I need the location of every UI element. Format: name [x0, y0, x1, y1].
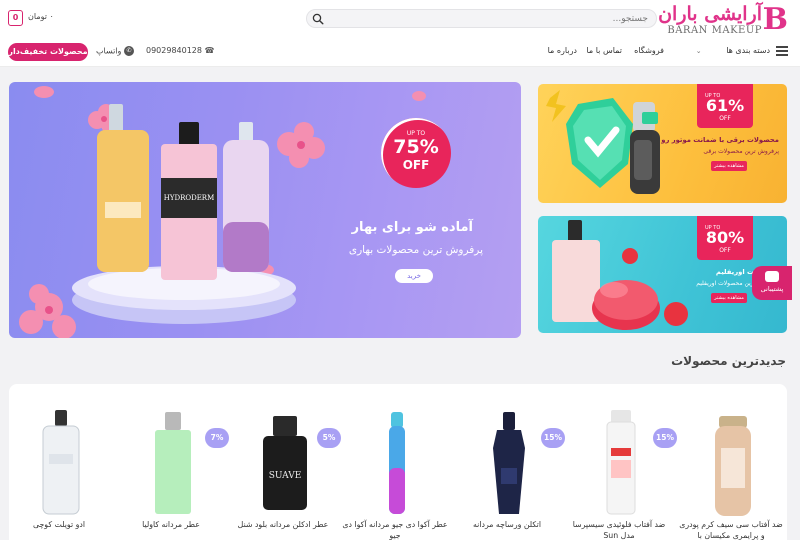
- menu-icon[interactable]: [776, 46, 788, 56]
- product-card[interactable]: 15% اتکلن ورساچه مردانه: [453, 384, 565, 540]
- product-name[interactable]: اتکلن ورساچه مردانه: [453, 519, 561, 530]
- product-card[interactable]: 5% SUAVE عطر ادکلن مردانه بلود شنل: [229, 384, 341, 540]
- product-name[interactable]: عطر مردانه کاولیا: [117, 519, 225, 530]
- discounted-products-button[interactable]: محصولات تخفیف‌دار: [8, 43, 88, 61]
- badge-off: OFF: [719, 247, 731, 254]
- product-card[interactable]: عطر آکوا دی جیو مردانه آکوا دی جیو: [341, 384, 453, 540]
- banner-subtitle: پرفروش ترین محصولات برقی: [703, 148, 779, 155]
- cart-widget[interactable]: 0 ۰ تومان: [8, 10, 54, 26]
- banner-more-button[interactable]: مشاهده بیشتر: [711, 293, 747, 303]
- product-card[interactable]: 15% ضد آفتاب فلوئیدی سیسپرسا مدل Sun: [565, 384, 677, 540]
- search-input[interactable]: [348, 11, 648, 26]
- banner-more-button[interactable]: مشاهده بیشتر: [711, 161, 747, 171]
- section-title: جدیدترین محصولات: [671, 354, 786, 368]
- search-bar: [306, 9, 657, 28]
- logo-mark-icon: B: [762, 2, 788, 37]
- product-image[interactable]: [357, 408, 437, 518]
- nav-item-label: دسته بندی ها: [726, 46, 770, 55]
- promo-banner-oriflame[interactable]: UP TO 80% OFF محصولات اوریفلیم پرفروش تر…: [538, 216, 787, 333]
- badge-percent: 61%: [705, 96, 745, 115]
- product-name[interactable]: ضد آفتاب سی سیف کرم پودری و پرایمری مکیس…: [677, 519, 785, 540]
- banner-discount-badge: UP TO 80% OFF: [697, 216, 753, 260]
- nav-item-about[interactable]: درباره ما: [548, 46, 577, 55]
- banner-title: محصولات برقی با ضمانت موتور رو: [661, 136, 779, 144]
- whatsapp-link[interactable]: ✆ واتساپ: [96, 46, 134, 56]
- nav-item-contact[interactable]: تماس با ما: [586, 46, 622, 55]
- site-header: B آرایشی باران BARAN MAKEUP 0 ۰ تومان مح…: [0, 0, 800, 67]
- product-image[interactable]: [469, 408, 549, 518]
- badge-percent: 75%: [393, 136, 439, 158]
- nav-item-shop[interactable]: فروشگاه: [634, 46, 664, 55]
- product-card[interactable]: ضد آفتاب سی سیف کرم پودری و پرایمری مکیس…: [677, 384, 789, 540]
- cart-total: ۰ تومان: [28, 12, 54, 21]
- product-name[interactable]: عطر آکوا دی جیو مردانه آکوا دی جیو: [341, 519, 449, 540]
- products-carousel: ضد آفتاب سی سیف کرم پودری و پرایمری مکیس…: [9, 384, 787, 540]
- site-logo[interactable]: B آرایشی باران BARAN MAKEUP: [658, 2, 788, 37]
- hero-title: آماده شو برای بهار: [351, 220, 473, 235]
- hero-banner[interactable]: HYDRODERM UP TO 75% OFF آماده شو برای به…: [9, 82, 521, 338]
- logo-subtitle: BARAN MAKEUP: [667, 25, 762, 36]
- logo-title: آرایشی باران: [658, 3, 762, 25]
- hero-discount-badge: UP TO 75% OFF: [381, 118, 451, 188]
- support-chat-button[interactable]: پشتیبانی: [752, 266, 792, 300]
- phone-number: 09029840128: [146, 46, 202, 55]
- product-image[interactable]: [693, 408, 773, 518]
- search-icon[interactable]: [312, 13, 324, 25]
- product-image[interactable]: [133, 408, 213, 518]
- product-name[interactable]: ضد آفتاب فلوئیدی سیسپرسا مدل Sun: [565, 519, 673, 540]
- cart-count[interactable]: 0: [8, 10, 23, 26]
- product-image[interactable]: [581, 408, 661, 518]
- phone-icon: ☎: [204, 46, 215, 55]
- hero-subtitle: پرفروش ترین محصولات بهاری: [348, 244, 483, 256]
- badge-percent: 80%: [705, 228, 745, 247]
- whatsapp-label: واتساپ: [96, 46, 122, 56]
- promo-banner-electric[interactable]: UP TO 61% OFF محصولات برقی با ضمانت موتو…: [538, 84, 787, 203]
- product-card[interactable]: ادو تویلت کوچی: [5, 384, 117, 540]
- svg-text:SUAVE: SUAVE: [269, 471, 302, 481]
- hero-illustration: HYDRODERM: [19, 86, 426, 338]
- chevron-down-icon: ⌄: [695, 47, 702, 55]
- badge-off: OFF: [402, 158, 430, 172]
- chat-icon: [765, 271, 779, 282]
- banner-discount-badge: UP TO 61% OFF: [697, 84, 753, 128]
- hero-shop-button[interactable]: خرید: [395, 269, 433, 283]
- product-image[interactable]: SUAVE: [245, 408, 325, 518]
- product-card[interactable]: 7% عطر مردانه کاولیا: [117, 384, 229, 540]
- product-image[interactable]: [21, 408, 101, 518]
- badge-off: OFF: [719, 115, 731, 122]
- nav-item-categories[interactable]: دسته بندی ها ⌄: [696, 46, 770, 55]
- svg-text:HYDRODERM: HYDRODERM: [164, 194, 215, 202]
- product-name[interactable]: عطر ادکلن مردانه بلود شنل: [229, 519, 337, 530]
- whatsapp-icon: ✆: [123, 46, 134, 56]
- support-label: پشتیبانی: [760, 285, 784, 293]
- product-name[interactable]: ادو تویلت کوچی: [5, 519, 113, 530]
- phone-link[interactable]: 09029840128 ☎: [146, 46, 215, 55]
